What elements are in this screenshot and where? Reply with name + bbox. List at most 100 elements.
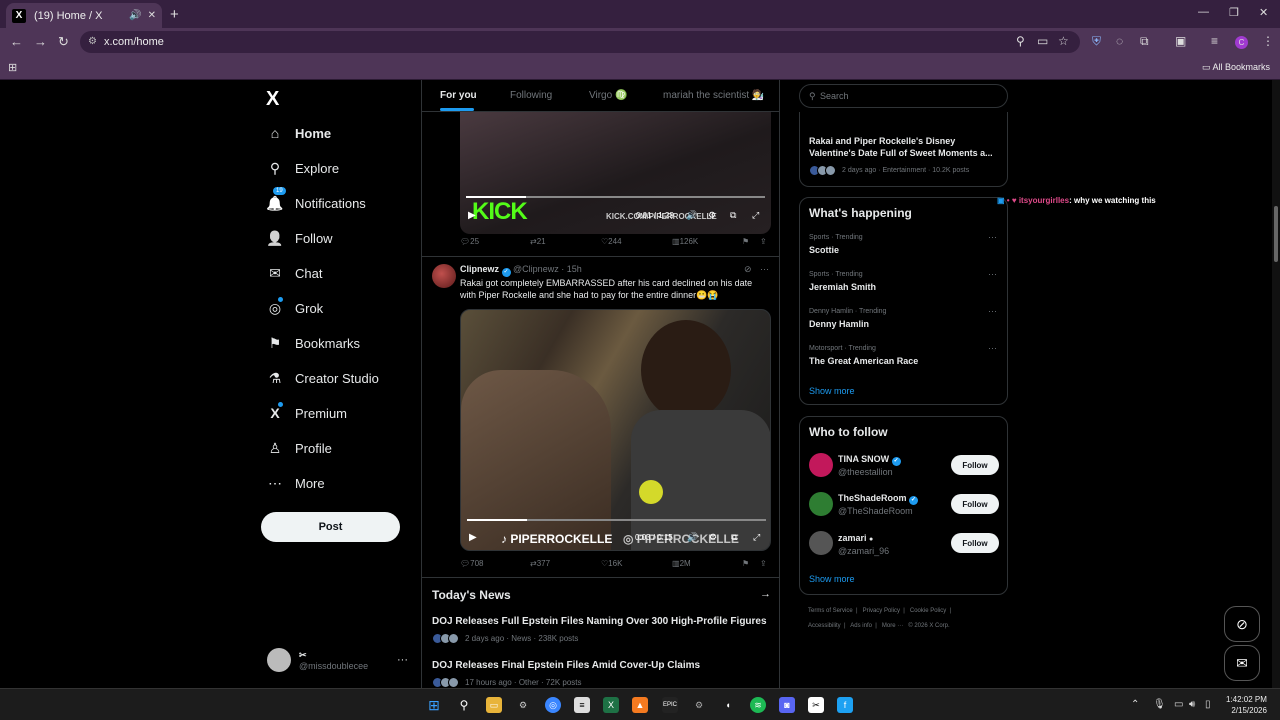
author-handle[interactable]: @Clipnewz: [513, 264, 559, 274]
app-icon[interactable]: f: [837, 697, 853, 713]
bookmark-star-icon[interactable]: ☆: [1058, 34, 1069, 48]
back-icon[interactable]: ←: [10, 34, 23, 49]
share-icon[interactable]: ⇪: [760, 559, 767, 568]
nav-notifications[interactable]: 🔔 19 Notifications: [266, 187, 366, 212]
show-more-link[interactable]: Show more: [809, 386, 855, 396]
speaker-icon[interactable]: 🔊: [129, 10, 141, 21]
nav-explore[interactable]: ⚲ Explore: [266, 160, 339, 177]
views-button[interactable]: ▥ 126K: [672, 237, 698, 246]
media-control-icon[interactable]: ≡: [1211, 34, 1218, 48]
footer-link[interactable]: Ads info: [850, 623, 872, 629]
steam-icon[interactable]: ⚙: [691, 697, 707, 713]
close-window-button[interactable]: ✕: [1259, 6, 1268, 19]
messages-fab-button[interactable]: ✉: [1224, 645, 1260, 681]
fullscreen-icon[interactable]: ⤢: [753, 532, 760, 543]
file-explorer-icon[interactable]: ▭: [486, 697, 502, 713]
zoom-icon[interactable]: ⚲: [1016, 34, 1025, 48]
suggested-user-name[interactable]: TheShadeRoom ✓: [838, 493, 919, 505]
site-info-icon[interactable]: ⚙: [88, 36, 97, 47]
follow-button[interactable]: Follow: [951, 455, 999, 475]
new-tab-button[interactable]: +: [170, 6, 179, 23]
grok-tweet-icon[interactable]: ⊘: [744, 264, 752, 275]
minimize-button[interactable]: —: [1198, 6, 1209, 18]
nav-bookmarks[interactable]: ⚑ Bookmarks: [266, 335, 360, 352]
trend-name[interactable]: Jeremiah Smith: [809, 282, 876, 292]
account-switcher[interactable]: ✂ @missdoublecee: [267, 648, 368, 672]
nav-premium[interactable]: X Premium: [266, 402, 347, 421]
extensions-puzzle-icon[interactable]: ⧉: [1140, 34, 1149, 49]
pip-icon[interactable]: ⧉: [730, 210, 736, 221]
network-icon[interactable]: ▭: [1174, 699, 1183, 710]
forward-icon[interactable]: →: [34, 34, 47, 49]
settings-app-icon[interactable]: ⚙: [515, 697, 531, 713]
maximize-button[interactable]: ❐: [1229, 6, 1239, 19]
chrome-icon[interactable]: ◎: [545, 697, 561, 713]
footer-link[interactable]: Terms of Service: [808, 608, 853, 614]
repost-button[interactable]: ⇄ 377: [530, 559, 550, 568]
avatar[interactable]: [432, 264, 456, 288]
browser-tab[interactable]: X (19) Home / X 🔊 ✕: [6, 3, 162, 28]
spotify-icon[interactable]: ≋: [750, 697, 766, 713]
account-more-icon[interactable]: ···: [397, 654, 408, 666]
like-button[interactable]: ♡ 16K: [601, 559, 622, 568]
search-input[interactable]: ⚲ Search: [799, 84, 1008, 108]
play-icon[interactable]: ▶: [469, 532, 477, 543]
suggested-user-name[interactable]: zamari ●: [838, 533, 873, 543]
news-headline[interactable]: DOJ Releases Full Epstein Files Naming O…: [432, 616, 767, 627]
windows-start-icon[interactable]: ⊞: [426, 697, 442, 713]
footer-link[interactable]: Privacy Policy: [863, 608, 900, 614]
notepad-icon[interactable]: ≡: [574, 697, 590, 713]
nav-profile[interactable]: ♙ Profile: [266, 440, 332, 457]
video-progress-bar[interactable]: [466, 196, 765, 198]
bookmark-tweet-icon[interactable]: ⚑: [742, 559, 749, 568]
follow-button[interactable]: Follow: [951, 533, 999, 553]
nav-creator-studio[interactable]: ⚗ Creator Studio: [266, 370, 379, 387]
more-icon[interactable]: ···: [988, 232, 997, 242]
fullscreen-icon[interactable]: ⤢: [752, 210, 759, 221]
extension-icon[interactable]: ◌: [1116, 34, 1123, 48]
scrollbar-thumb[interactable]: [1274, 206, 1278, 262]
reply-button[interactable]: 💬︎ 25: [460, 237, 479, 246]
extension-shield-icon[interactable]: ⛨: [1092, 34, 1101, 49]
profile-avatar-icon[interactable]: C: [1235, 36, 1248, 49]
volume-icon[interactable]: 🔊: [687, 532, 698, 543]
volume-icon[interactable]: 🔊: [686, 210, 697, 221]
post-button[interactable]: Post: [261, 512, 400, 542]
more-icon[interactable]: ···: [988, 343, 997, 353]
app-icon[interactable]: ◖: [720, 697, 736, 713]
browser-menu-icon[interactable]: ⋮: [1262, 34, 1274, 48]
news-headline[interactable]: DOJ Releases Final Epstein Files Amid Co…: [432, 660, 700, 671]
tab-for-you[interactable]: For you: [440, 90, 477, 101]
more-icon[interactable]: ···: [988, 269, 997, 279]
search-icon[interactable]: ⚲: [456, 697, 472, 713]
apps-grid-icon[interactable]: ⊞: [8, 61, 17, 74]
nav-grok[interactable]: ◎ Grok: [266, 297, 323, 317]
repost-button[interactable]: ⇄ 21: [530, 237, 546, 246]
settings-icon[interactable]: ⚙: [709, 532, 717, 543]
system-clock[interactable]: 1:42:02 PM 2/15/2026: [1226, 694, 1267, 716]
top-story-card[interactable]: Rakai and Piper Rockelle's Disney Valent…: [799, 112, 1008, 187]
show-more-link[interactable]: Show more: [809, 574, 855, 584]
pip-icon[interactable]: ⧉: [731, 532, 737, 543]
footer-link[interactable]: Accessibility: [808, 623, 841, 629]
arrow-right-icon[interactable]: →: [760, 588, 771, 600]
video-player[interactable]: ▶ ♪ PIPERROCKELLE ◎ PIPERROCKELLE 0:03 /…: [460, 309, 771, 551]
microphone-icon[interactable]: 🎙︎: [1153, 699, 1166, 710]
all-bookmarks-button[interactable]: ▭ All Bookmarks: [1202, 62, 1270, 73]
install-icon[interactable]: ▭: [1037, 34, 1048, 48]
bookmark-tweet-icon[interactable]: ⚑: [742, 237, 749, 246]
reload-icon[interactable]: ↻: [58, 34, 69, 50]
page-scrollbar[interactable]: [1272, 80, 1280, 688]
tray-chevron-icon[interactable]: ⌃: [1131, 699, 1139, 710]
x-logo-icon[interactable]: X: [266, 88, 279, 111]
settings-icon[interactable]: ⚙: [708, 210, 716, 221]
nav-chat[interactable]: ✉ Chat: [266, 265, 322, 282]
discord-icon[interactable]: ◙: [779, 697, 795, 713]
tweet-time[interactable]: 15h: [567, 264, 582, 274]
app-icon[interactable]: ✂: [808, 697, 824, 713]
trend-name[interactable]: The Great American Race: [809, 356, 918, 366]
avatar[interactable]: [809, 492, 833, 516]
nav-follow[interactable]: 👤 Follow: [266, 230, 332, 247]
like-button[interactable]: ♡ 244: [601, 237, 622, 246]
volume-icon[interactable]: 🔊︎: [1189, 699, 1195, 710]
